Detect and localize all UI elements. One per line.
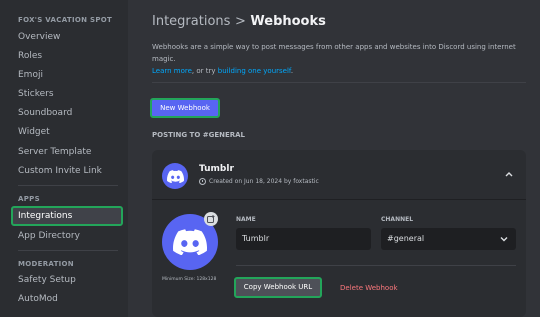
sidebar-item-custom-invite-link[interactable]: Custom Invite Link <box>18 166 102 176</box>
upload-image-icon[interactable] <box>204 212 218 226</box>
learn-more-link[interactable]: Learn more <box>152 67 192 75</box>
webhook-created-meta: Created on Jun 18, 2024 by foxtastic <box>199 178 319 185</box>
new-webhook-button[interactable]: New Webhook <box>150 98 220 118</box>
webhook-created-text: Created on Jun 18, 2024 by foxtastic <box>209 178 319 185</box>
discord-logo-icon <box>173 229 207 255</box>
sidebar-item-integrations[interactable]: Integrations <box>11 206 123 226</box>
apps-heading: APPS <box>18 195 40 203</box>
webhook-avatar <box>162 163 188 189</box>
description-text: Webhooks are a simple way to post messag… <box>152 43 516 63</box>
card-inner-divider <box>236 265 516 266</box>
copy-webhook-url-button[interactable]: Copy Webhook URL <box>234 277 322 298</box>
sidebar-item-server-template[interactable]: Server Template <box>18 147 91 157</box>
sidebar-item-label: Integrations <box>18 211 73 221</box>
name-label: NAME <box>236 216 256 223</box>
breadcrumb-separator: > <box>234 14 246 29</box>
sidebar-divider <box>18 250 118 251</box>
page-title: Integrations > Webhooks <box>152 14 326 29</box>
chevron-up-icon[interactable] <box>504 169 514 179</box>
sidebar-item-overview[interactable]: Overview <box>18 32 60 42</box>
sidebar-item-emoji[interactable]: Emoji <box>18 70 43 80</box>
sidebar-item-soundboard[interactable]: Soundboard <box>18 108 72 118</box>
page-description: Webhooks are a simple way to post messag… <box>152 41 532 77</box>
posting-to-label: POSTING TO #GENERAL <box>152 131 246 139</box>
card-divider <box>152 199 526 200</box>
channel-select[interactable]: #general <box>381 228 516 250</box>
channel-label: CHANNEL <box>381 216 414 223</box>
channel-select-value: #general <box>387 234 425 243</box>
chevron-down-icon <box>500 237 508 242</box>
webhooks-panel: Integrations > Webhooks Webhooks are a s… <box>128 0 540 317</box>
section-divider <box>152 82 526 83</box>
clock-icon <box>199 178 206 185</box>
build-one-yourself-link[interactable]: building one yourself <box>218 67 291 75</box>
sidebar-item-automod[interactable]: AutoMod <box>18 294 58 304</box>
delete-webhook-button[interactable]: Delete Webhook <box>340 284 398 292</box>
breadcrumb-integrations[interactable]: Integrations <box>152 14 230 29</box>
webhook-name: Tumblr <box>199 164 234 174</box>
sidebar-divider <box>18 185 118 186</box>
settings-sidebar: FOX'S VACATION SPOT Overview Roles Emoji… <box>0 0 128 317</box>
webhook-name-input[interactable]: Tumblr <box>236 228 371 250</box>
description-middle: , or try <box>191 67 218 75</box>
sidebar-item-roles[interactable]: Roles <box>18 51 42 61</box>
sidebar-item-safety-setup[interactable]: Safety Setup <box>18 275 76 285</box>
sidebar-item-stickers[interactable]: Stickers <box>18 89 54 99</box>
breadcrumb-current: Webhooks <box>250 14 326 29</box>
sidebar-item-app-directory[interactable]: App Directory <box>18 231 80 241</box>
discord-logo-icon <box>166 169 184 183</box>
webhook-card: Tumblr Created on Jun 18, 2024 by foxtas… <box>152 150 526 317</box>
min-size-hint: Minimum Size: 128x128 <box>162 277 217 282</box>
server-name-heading: FOX'S VACATION SPOT <box>18 16 113 24</box>
moderation-heading: MODERATION <box>18 260 74 268</box>
sidebar-item-widget[interactable]: Widget <box>18 127 50 137</box>
description-end: . <box>290 67 294 75</box>
